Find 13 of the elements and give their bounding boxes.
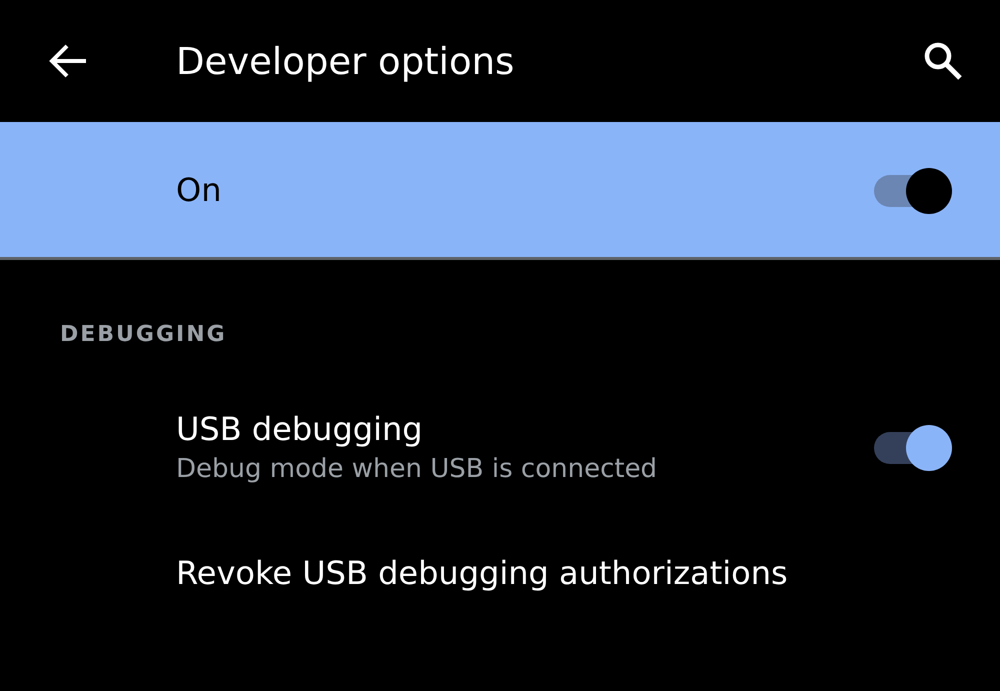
setting-summary: Debug mode when USB is connected bbox=[176, 454, 658, 484]
toggle-switch[interactable] bbox=[872, 166, 954, 214]
toggle-switch[interactable] bbox=[872, 423, 954, 471]
setting-title: USB debugging bbox=[176, 410, 424, 448]
search-icon bbox=[922, 40, 964, 82]
master-switch-bar[interactable]: On bbox=[0, 122, 1000, 260]
setting-title[interactable]: Revoke USB debugging authorizations bbox=[176, 554, 788, 592]
switch-label: On bbox=[176, 170, 222, 208]
window-title: Developer options bbox=[176, 40, 516, 82]
back-arrow-icon bbox=[48, 43, 88, 79]
search-button[interactable] bbox=[922, 40, 964, 82]
back-button[interactable] bbox=[48, 43, 88, 79]
section-header: DEBUGGING bbox=[59, 321, 228, 349]
